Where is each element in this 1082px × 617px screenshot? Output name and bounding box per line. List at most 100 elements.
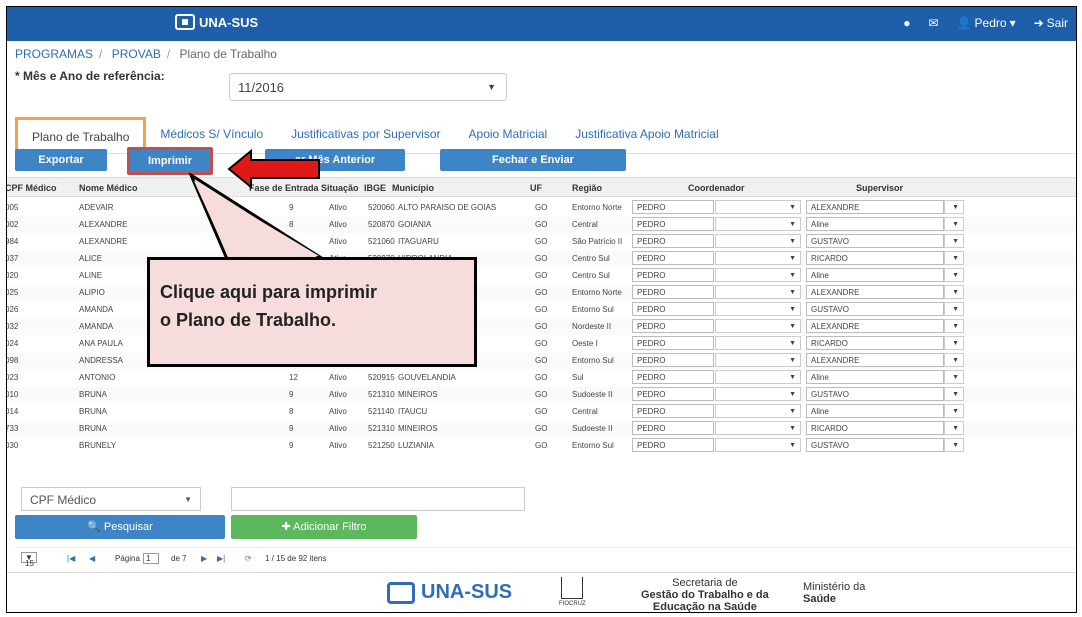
coordinator-dropdown[interactable]: ▼ (715, 217, 801, 231)
supervisor-select[interactable]: GUSTAVO (806, 302, 944, 316)
coordinator-field[interactable]: PEDRO (632, 387, 714, 401)
search-button[interactable]: 🔍 Pesquisar (15, 515, 225, 539)
supervisor-select[interactable]: Aline (806, 370, 944, 384)
coordinator-field[interactable]: PEDRO (632, 285, 714, 299)
col-coordenador[interactable]: Coordenador (688, 183, 745, 193)
logout-link[interactable]: ➜ Sair (1034, 16, 1068, 30)
coordinator-dropdown[interactable]: ▼ (715, 421, 801, 435)
tab-justificativas-supervisor[interactable]: Justificativas por Supervisor (277, 117, 454, 153)
help-icon[interactable]: ● (903, 16, 910, 30)
supervisor-select[interactable]: Aline (806, 217, 944, 231)
supervisor-select[interactable]: ALEXANDRE (806, 353, 944, 367)
supervisor-dropdown-icon[interactable]: ▼ (944, 285, 964, 299)
supervisor-select[interactable]: Aline (806, 404, 944, 418)
coordinator-dropdown[interactable]: ▼ (715, 268, 801, 282)
supervisor-select[interactable]: ALEXANDRE (806, 285, 944, 299)
supervisor-dropdown-icon[interactable]: ▼ (944, 438, 964, 452)
supervisor-dropdown-icon[interactable]: ▼ (944, 217, 964, 231)
supervisor-dropdown-icon[interactable]: ▼ (944, 319, 964, 333)
table-row[interactable]: 002 ALEXANDRE 8 Ativo 520870 GOIANIA GO Central… (7, 217, 1076, 233)
coordinator-field[interactable]: PEDRO (632, 370, 714, 384)
page-number-input[interactable]: 1 (143, 553, 160, 564)
supervisor-select[interactable]: Aline (806, 268, 944, 282)
table-row[interactable]: 010 BRUNA 9 Ativo 521310 MINEIROS GO Sudoeste I… (7, 387, 1076, 403)
coordinator-dropdown[interactable]: ▼ (715, 387, 801, 401)
supervisor-dropdown-icon[interactable]: ▼ (944, 370, 964, 384)
last-page-icon[interactable]: ▶| (217, 554, 225, 563)
supervisor-dropdown-icon[interactable]: ▼ (944, 353, 964, 367)
reference-month-select[interactable]: 11/2016 ▼ (229, 73, 507, 101)
coordinator-dropdown[interactable]: ▼ (715, 353, 801, 367)
supervisor-select[interactable]: GUSTAVO (806, 438, 944, 452)
supervisor-select[interactable]: ALEXANDRE (806, 200, 944, 214)
supervisor-dropdown-icon[interactable]: ▼ (944, 387, 964, 401)
tab-justificativa-apoio-matricial[interactable]: Justificativa Apoio Matricial (561, 117, 732, 153)
coordinator-dropdown[interactable]: ▼ (715, 200, 801, 214)
coordinator-field[interactable]: PEDRO (632, 336, 714, 350)
page-size-select[interactable]: 15 ▼ (21, 552, 37, 568)
table-row[interactable]: 733 BRUNA 9 Ativo 521310 MINEIROS GO Sudoeste I… (7, 421, 1076, 437)
tab-apoio-matricial[interactable]: Apoio Matricial (455, 117, 562, 153)
col-supervisor[interactable]: Supervisor (856, 183, 903, 193)
supervisor-dropdown-icon[interactable]: ▼ (944, 302, 964, 316)
supervisor-dropdown-icon[interactable]: ▼ (944, 200, 964, 214)
coordinator-field[interactable]: PEDRO (632, 200, 714, 214)
table-row[interactable]: 030 BRUNELY 9 Ativo 521250 LUZIANIA GO Entorno … (7, 438, 1076, 454)
close-and-send-button[interactable]: Fechar e Enviar (440, 149, 626, 171)
filter-value-input[interactable] (231, 487, 525, 511)
next-page-icon[interactable]: ▶ (201, 554, 207, 563)
supervisor-select[interactable]: GUSTAVO (806, 234, 944, 248)
coordinator-dropdown[interactable]: ▼ (715, 302, 801, 316)
supervisor-select[interactable]: GUSTAVO (806, 387, 944, 401)
print-button[interactable]: Imprimir (127, 147, 213, 175)
supervisor-dropdown-icon[interactable]: ▼ (944, 404, 964, 418)
coordinator-field[interactable]: PEDRO (632, 319, 714, 333)
table-row[interactable]: 014 BRUNA 8 Ativo 521140 ITAUCU GO Central PEDRO… (7, 404, 1076, 420)
coordinator-field[interactable]: PEDRO (632, 251, 714, 265)
export-button[interactable]: Exportar (15, 149, 107, 171)
coordinator-field[interactable]: PEDRO (632, 421, 714, 435)
table-row[interactable]: 023 ANTONIO 12 Ativo 520915 GOUVELANDIA GO Sul P… (7, 370, 1076, 386)
filter-field-select[interactable]: CPF Médico ▼ (21, 487, 201, 511)
coordinator-field[interactable]: PEDRO (632, 404, 714, 418)
coordinator-dropdown[interactable]: ▼ (715, 404, 801, 418)
coordinator-field[interactable]: PEDRO (632, 217, 714, 231)
coordinator-dropdown[interactable]: ▼ (715, 234, 801, 248)
col-cpf[interactable]: CPF Médico (7, 183, 57, 193)
supervisor-select[interactable]: RICARDO (806, 251, 944, 265)
coordinator-dropdown[interactable]: ▼ (715, 319, 801, 333)
col-ibge[interactable]: IBGE (364, 183, 386, 193)
col-municipio[interactable]: Município (392, 183, 434, 193)
coordinator-dropdown[interactable]: ▼ (715, 370, 801, 384)
coordinator-dropdown[interactable]: ▼ (715, 336, 801, 350)
supervisor-dropdown-icon[interactable]: ▼ (944, 251, 964, 265)
supervisor-select[interactable]: RICARDO (806, 421, 944, 435)
add-filter-button[interactable]: ✚ Adicionar Filtro (231, 515, 417, 539)
coordinator-field[interactable]: PEDRO (632, 268, 714, 282)
refresh-icon[interactable]: ⟳ (245, 554, 252, 563)
coordinator-dropdown[interactable]: ▼ (715, 438, 801, 452)
supervisor-dropdown-icon[interactable]: ▼ (944, 234, 964, 248)
breadcrumb-programas[interactable]: PROGRAMAS (15, 47, 93, 61)
table-row[interactable]: 984ALEXANDRE8Ativo521060ITAGUARUGOSão Pa… (7, 234, 1076, 250)
coordinator-field[interactable]: PEDRO (632, 438, 714, 452)
supervisor-select[interactable]: RICARDO (806, 336, 944, 350)
first-page-icon[interactable]: |◀ (67, 554, 75, 563)
coordinator-dropdown[interactable]: ▼ (715, 251, 801, 265)
supervisor-select[interactable]: ALEXANDRE (806, 319, 944, 333)
coordinator-field[interactable]: PEDRO (632, 353, 714, 367)
coordinator-dropdown[interactable]: ▼ (715, 285, 801, 299)
unasus-logo[interactable]: UNA-SUS (175, 14, 258, 30)
supervisor-dropdown-icon[interactable]: ▼ (944, 268, 964, 282)
col-regiao[interactable]: Região (572, 183, 602, 193)
mail-icon[interactable]: ✉ (929, 16, 939, 30)
breadcrumb-provab[interactable]: PROVAB (112, 47, 161, 61)
user-dropdown[interactable]: 👤 Pedro ▾ (957, 16, 1016, 30)
col-nome[interactable]: Nome Médico (79, 183, 138, 193)
supervisor-dropdown-icon[interactable]: ▼ (944, 336, 964, 350)
coordinator-field[interactable]: PEDRO (632, 302, 714, 316)
coordinator-field[interactable]: PEDRO (632, 234, 714, 248)
prev-page-icon[interactable]: ◀ (89, 554, 95, 563)
table-row[interactable]: 005 ADEVAIR 9 Ativo 520060 ALTO PARAISO DE GO… (7, 200, 1076, 216)
supervisor-dropdown-icon[interactable]: ▼ (944, 421, 964, 435)
